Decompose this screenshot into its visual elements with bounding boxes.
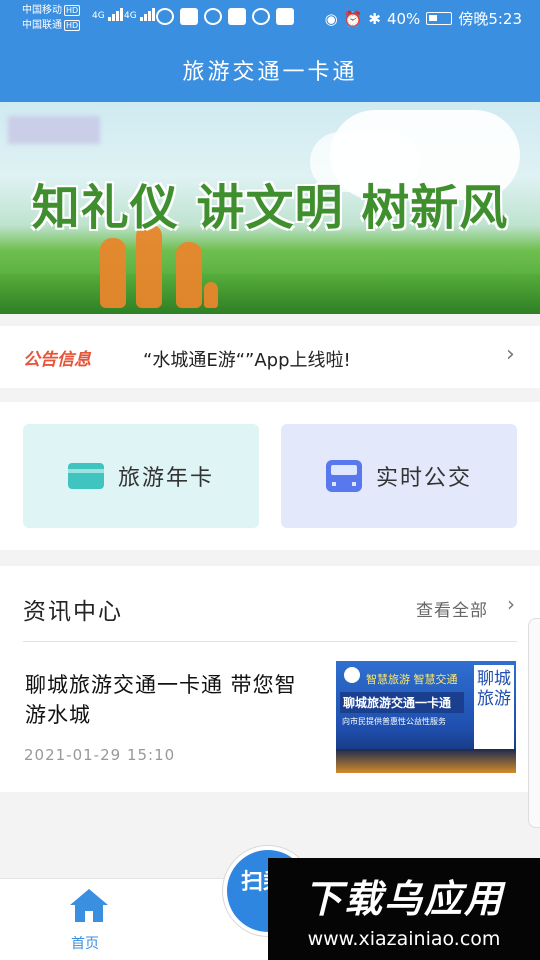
shield-icon bbox=[252, 8, 270, 25]
banner-runner bbox=[176, 242, 202, 308]
banner-slogan: 知礼仪 讲文明 树新风 bbox=[31, 180, 509, 236]
app-notification-icon bbox=[180, 8, 198, 25]
list-item[interactable]: 聊城旅游交通一卡通 带您智游水城 2021-01-29 15:10 智慧旅游 智… bbox=[0, 642, 540, 792]
watermark-title: 下载乌应用 bbox=[303, 877, 504, 921]
news-date: 2021-01-29 15:10 bbox=[24, 746, 176, 764]
status-right: ◉ ⏰ ✱ 40% 傍晚5:23 bbox=[325, 8, 522, 29]
page-title: 旅游交通一卡通 bbox=[182, 60, 358, 85]
banner-blurred-logo bbox=[8, 116, 100, 144]
app-notification-icon bbox=[276, 8, 294, 25]
thumb-main-text: 聊城旅游交通一卡通 bbox=[340, 692, 464, 713]
thumb-side-text: 聊城旅游 bbox=[474, 665, 514, 749]
travel-annual-card-button[interactable]: 旅游年卡 bbox=[23, 424, 259, 528]
signal-icon: 4G bbox=[124, 8, 156, 21]
notice-tag: 公告信息 bbox=[23, 350, 91, 370]
realtime-bus-button[interactable]: 实时公交 bbox=[281, 424, 517, 528]
news-thumbnail: 智慧旅游 智慧交通 聊城旅游交通一卡通 向市民提供普惠性公益性服务 聊城旅游 bbox=[336, 661, 516, 773]
carrier-2: 中国联通 bbox=[22, 20, 62, 31]
notice-text[interactable]: “水城通E游“”App上线啦! bbox=[143, 346, 351, 372]
status-bar: 中国移动 HD 中国联通 HD 4G 4G ◉ ⏰ ✱ 40% 傍晚5:23 bbox=[0, 0, 540, 40]
bluetooth-icon: ✱ bbox=[368, 9, 381, 28]
hd-badge: HD bbox=[64, 20, 81, 31]
battery-icon bbox=[426, 12, 453, 25]
chevron-right-icon[interactable]: › bbox=[506, 342, 515, 367]
nav-label-home: 首页 bbox=[71, 936, 99, 952]
thumb-sub-text: 向市民提供普惠性公益性服务 bbox=[342, 717, 446, 726]
banner-runner bbox=[204, 282, 218, 308]
watermark-url: www.xiazainiao.com bbox=[307, 928, 501, 950]
card-label: 旅游年卡 bbox=[117, 466, 214, 491]
thumb-top-text: 智慧旅游 智慧交通 bbox=[366, 673, 458, 686]
carrier-info: 中国移动 HD 中国联通 HD bbox=[22, 3, 81, 33]
battery-percent: 40% bbox=[386, 9, 421, 28]
news-center: 资讯中心 查看全部 › 聊城旅游交通一卡通 带您智游水城 2021-01-29 … bbox=[0, 566, 540, 792]
notice-bar[interactable]: 公告信息 “水城通E游“”App上线啦! › bbox=[0, 326, 540, 388]
chevron-right-icon[interactable]: › bbox=[507, 592, 515, 616]
hd-badge: HD bbox=[64, 5, 81, 16]
quick-actions: 旅游年卡 实时公交 bbox=[0, 402, 540, 550]
wifi-icon bbox=[156, 8, 174, 25]
card-icon bbox=[67, 463, 104, 489]
signal-icon: 4G bbox=[92, 8, 124, 21]
eye-icon: ◉ bbox=[324, 9, 338, 28]
notification-icons bbox=[156, 8, 294, 25]
carrier-1: 中国移动 bbox=[22, 5, 62, 16]
home-icon bbox=[70, 889, 108, 923]
message-icon bbox=[204, 8, 222, 25]
banner-runner bbox=[100, 238, 126, 308]
side-drawer-handle[interactable] bbox=[528, 618, 540, 828]
network-type: 4G bbox=[124, 11, 137, 21]
banner-field bbox=[0, 274, 540, 314]
thumb-night-scene bbox=[336, 749, 516, 773]
watermark: 下载乌应用 www.xiazainiao.com bbox=[268, 858, 540, 960]
network-type: 4G bbox=[92, 11, 105, 21]
card-label: 实时公交 bbox=[375, 466, 472, 491]
section-title: 资讯中心 bbox=[23, 599, 123, 625]
view-all-link[interactable]: 查看全部 bbox=[416, 596, 488, 621]
banner[interactable]: 知礼仪 讲文明 树新风 bbox=[0, 102, 540, 314]
clock: 傍晚5:23 bbox=[458, 10, 522, 28]
logo-icon bbox=[344, 667, 360, 683]
alarm-icon: ⏰ bbox=[343, 9, 363, 28]
top-bar: 中国移动 HD 中国联通 HD 4G 4G ◉ ⏰ ✱ 40% 傍晚5:23 旅游 bbox=[0, 0, 540, 102]
bus-icon bbox=[325, 460, 362, 492]
news-headline: 聊城旅游交通一卡通 带您智游水城 bbox=[25, 673, 297, 727]
mail-icon bbox=[228, 8, 246, 25]
